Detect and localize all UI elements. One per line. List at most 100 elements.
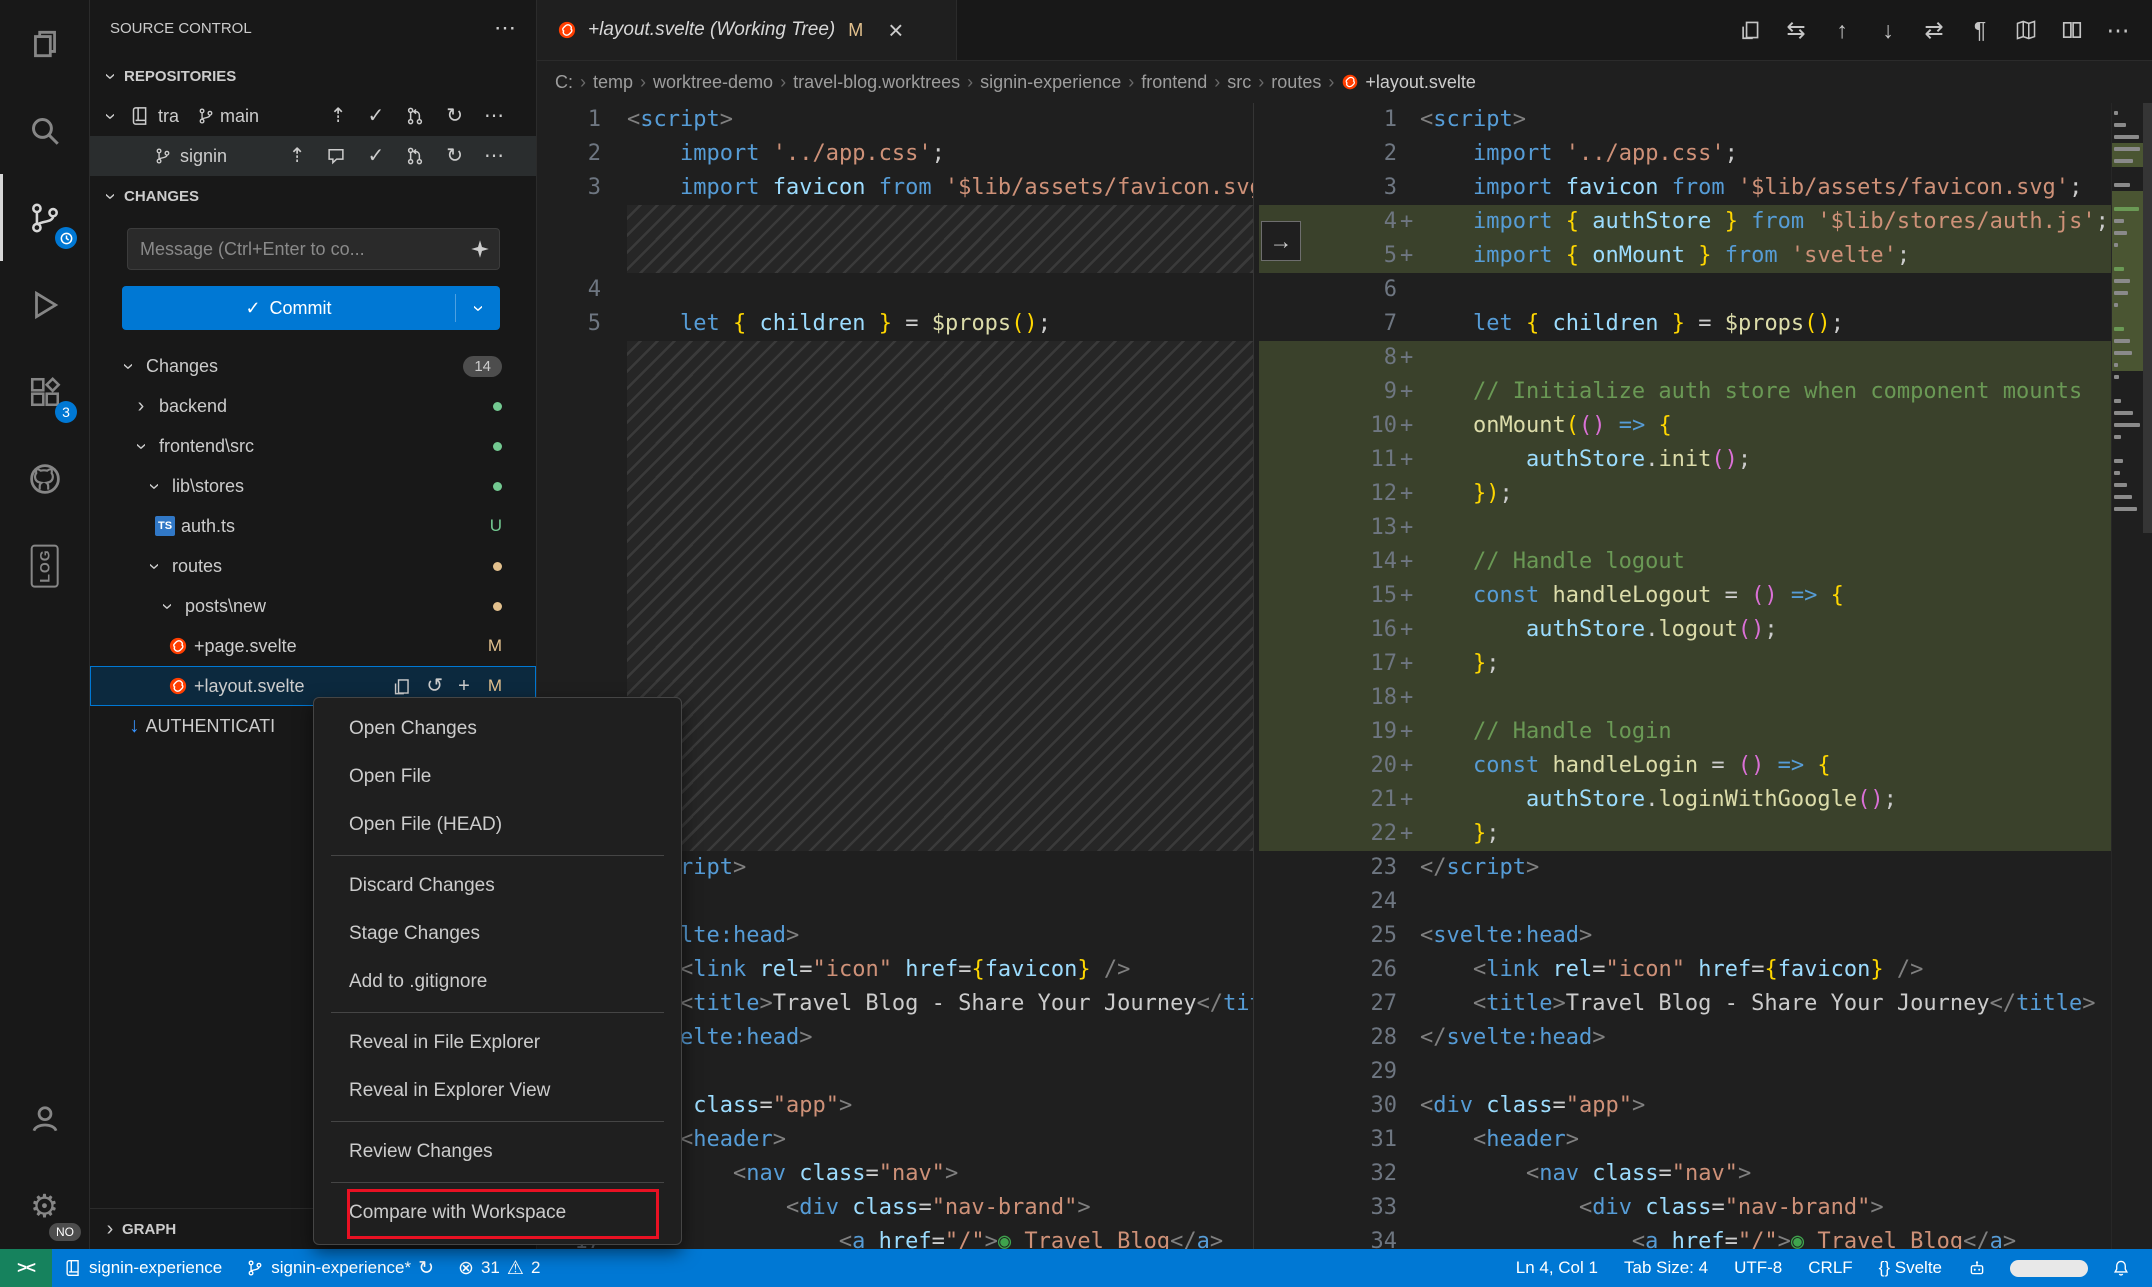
comment-icon[interactable] — [326, 146, 346, 166]
code-line[interactable]: 30<div class="app"> — [1259, 1089, 2111, 1123]
menu-item-add-to-gitignore[interactable]: Add to .gitignore — [321, 958, 674, 1006]
activity-source-control[interactable] — [0, 174, 89, 261]
code-line[interactable]: 10+ onMount(() => { — [1259, 409, 2111, 443]
activity-extensions[interactable]: 3 — [0, 348, 89, 435]
tree-item-auth-ts[interactable]: TSauth.tsU — [90, 506, 536, 546]
code-line[interactable]: 33 <div class="nav-brand"> — [1259, 1191, 2111, 1225]
code-line[interactable]: 3 import favicon from '$lib/assets/favic… — [537, 171, 1253, 205]
menu-item-review-changes[interactable]: Review Changes — [321, 1128, 674, 1176]
menu-item-reveal-in-explorer-view[interactable]: Reveal in Explorer View — [321, 1067, 674, 1115]
code-line[interactable]: 16+ authStore.logout(); — [1259, 613, 2111, 647]
activity-search[interactable] — [0, 87, 89, 174]
tab-layout-svelte[interactable]: +layout.svelte (Working Tree) M × — [537, 0, 957, 60]
menu-item-reveal-in-file-explorer[interactable]: Reveal in File Explorer — [321, 1019, 674, 1067]
menu-item-open-file[interactable]: Open File — [321, 753, 674, 801]
breadcrumb-item-layout-svelte[interactable]: +layout.svelte — [1341, 72, 1476, 93]
sparkle-icon[interactable] — [470, 238, 490, 259]
cursor-position[interactable]: Ln 4, Col 1 — [1504, 1249, 1610, 1287]
code-line[interactable]: 22+ }; — [1259, 817, 2111, 851]
code-line[interactable]: 29 — [1259, 1055, 2111, 1089]
code-line[interactable]: 1<script> — [1259, 103, 2111, 137]
code-line[interactable]: 7 let { children } = $props(); — [1259, 307, 2111, 341]
code-line[interactable]: 11+ authStore.init(); — [1259, 443, 2111, 477]
encoding[interactable]: UTF-8 — [1722, 1249, 1794, 1287]
pr-icon[interactable] — [405, 106, 425, 126]
code-line[interactable]: 3 import favicon from '$lib/assets/favic… — [1259, 171, 2111, 205]
more-actions-icon[interactable]: ⋯ — [2098, 10, 2138, 50]
code-line[interactable]: 2 import '../app.css'; — [537, 137, 1253, 171]
copy-icon[interactable] — [1730, 10, 1770, 50]
scrollbar-slider[interactable] — [2143, 103, 2152, 533]
repo-signin[interactable]: signin⇡✓↻⋯ — [90, 136, 536, 176]
breadcrumb-item-frontend[interactable]: frontend — [1141, 72, 1207, 93]
code-line[interactable]: 5 let { children } = $props(); — [537, 307, 1253, 341]
activity-accounts[interactable] — [0, 1075, 89, 1162]
code-line[interactable]: 15+ const handleLogout = () => { — [1259, 579, 2111, 613]
tree-item-changes[interactable]: ›Changes14 — [90, 346, 536, 386]
code-line[interactable]: 21+ authStore.loginWithGoogle(); — [1259, 783, 2111, 817]
code-line[interactable]: 1<script> — [537, 103, 1253, 137]
plus-icon[interactable]: + — [458, 676, 470, 696]
activity-log-output[interactable]: LOG — [0, 522, 89, 609]
language-mode[interactable]: {} Svelte — [1867, 1249, 1954, 1287]
previous-change-icon[interactable]: ↑ — [1822, 10, 1862, 50]
repositories-section-header[interactable]: › REPOSITORIES — [90, 56, 536, 96]
menu-item-stage-changes[interactable]: Stage Changes — [321, 910, 674, 958]
code-line[interactable]: 4 — [537, 273, 1253, 307]
code-line[interactable]: 34 <a href="/">◉ Travel Blog</a> — [1259, 1225, 2111, 1249]
breadcrumb-item-src[interactable]: src — [1227, 72, 1251, 93]
indentation[interactable]: Tab Size: 4 — [1612, 1249, 1720, 1287]
code-line[interactable]: 27 <title>Travel Blog - Share Your Journ… — [1259, 987, 2111, 1021]
discard-icon[interactable]: ↺ — [426, 676, 443, 696]
code-line[interactable]: 8+ — [1259, 341, 2111, 375]
menu-item-compare-with-workspace[interactable]: Compare with Workspace — [321, 1189, 674, 1237]
activity-run-and-debug[interactable] — [0, 261, 89, 348]
refresh-icon[interactable]: ↻ — [446, 146, 463, 166]
upload-icon[interactable]: ⇡ — [289, 146, 306, 166]
tree-item-routes[interactable]: ›routes — [90, 546, 536, 586]
check-icon[interactable]: ✓ — [367, 146, 384, 166]
tree-item-posts-new[interactable]: ›posts\new — [90, 586, 536, 626]
breadcrumb-item-routes[interactable]: routes — [1271, 72, 1321, 93]
code-line[interactable]: 19+ // Handle login — [1259, 715, 2111, 749]
close-tab-icon[interactable]: × — [888, 17, 903, 43]
breadcrumb-item-temp[interactable]: temp — [593, 72, 633, 93]
breadcrumb-item-worktree-demo[interactable]: worktree-demo — [653, 72, 773, 93]
commit-message-input[interactable] — [127, 228, 500, 270]
code-line[interactable]: 26 <link rel="icon" href={favicon} /> — [1259, 953, 2111, 987]
code-line[interactable]: 9+ // Initialize auth store when compone… — [1259, 375, 2111, 409]
code-line[interactable]: 6 — [1259, 273, 2111, 307]
minimap[interactable] — [2111, 103, 2143, 1249]
swap-sides-icon[interactable]: ⇄ — [1914, 10, 1954, 50]
diff-modified-editor[interactable]: 1<script>2 import '../app.css';3 import … — [1259, 103, 2111, 1249]
eol-sequence[interactable]: CRLF — [1796, 1249, 1864, 1287]
code-line[interactable]: 12+ }); — [1259, 477, 2111, 511]
tree-item-lib-stores[interactable]: ›lib\stores — [90, 466, 536, 506]
code-line[interactable]: 25<svelte:head> — [1259, 919, 2111, 953]
upload-icon[interactable]: ⇡ — [330, 106, 347, 126]
remote-indicator[interactable]: >< — [0, 1249, 52, 1287]
commit-button-main[interactable]: ✓ Commit — [122, 298, 455, 319]
breadcrumb-item-signin-experience[interactable]: signin-experience — [980, 72, 1121, 93]
toggle-whitespace-icon[interactable]: ¶ — [1960, 10, 2000, 50]
commit-dropdown-button[interactable]: › — [455, 294, 500, 322]
code-line[interactable]: 24 — [1259, 885, 2111, 919]
openfile-icon[interactable] — [392, 677, 411, 696]
revert-block-button[interactable]: → — [1261, 221, 1301, 261]
more-icon[interactable]: ⋯ — [484, 106, 504, 126]
branch-status-item[interactable]: signin-experience* ↻ — [234, 1249, 446, 1287]
changes-section-header[interactable]: › CHANGES — [90, 176, 536, 216]
activity-explorer[interactable] — [0, 0, 89, 87]
code-line[interactable]: 28</svelte:head> — [1259, 1021, 2111, 1055]
check-icon[interactable]: ✓ — [367, 106, 384, 126]
vertical-scrollbar[interactable] — [2142, 103, 2152, 1249]
refresh-icon[interactable]: ↻ — [446, 106, 463, 126]
accessible-diff-icon[interactable] — [2006, 10, 2046, 50]
code-line[interactable]: 31 <header> — [1259, 1123, 2111, 1157]
code-line[interactable]: 5+ import { onMount } from 'svelte'; — [1259, 239, 2111, 273]
commit-button[interactable]: ✓ Commit › — [122, 286, 500, 330]
notifications-item[interactable] — [2100, 1249, 2142, 1287]
code-line[interactable]: 4+ import { authStore } from '$lib/store… — [1259, 205, 2111, 239]
code-line[interactable]: 32 <nav class="nav"> — [1259, 1157, 2111, 1191]
copilot-item[interactable] — [1956, 1249, 1998, 1287]
